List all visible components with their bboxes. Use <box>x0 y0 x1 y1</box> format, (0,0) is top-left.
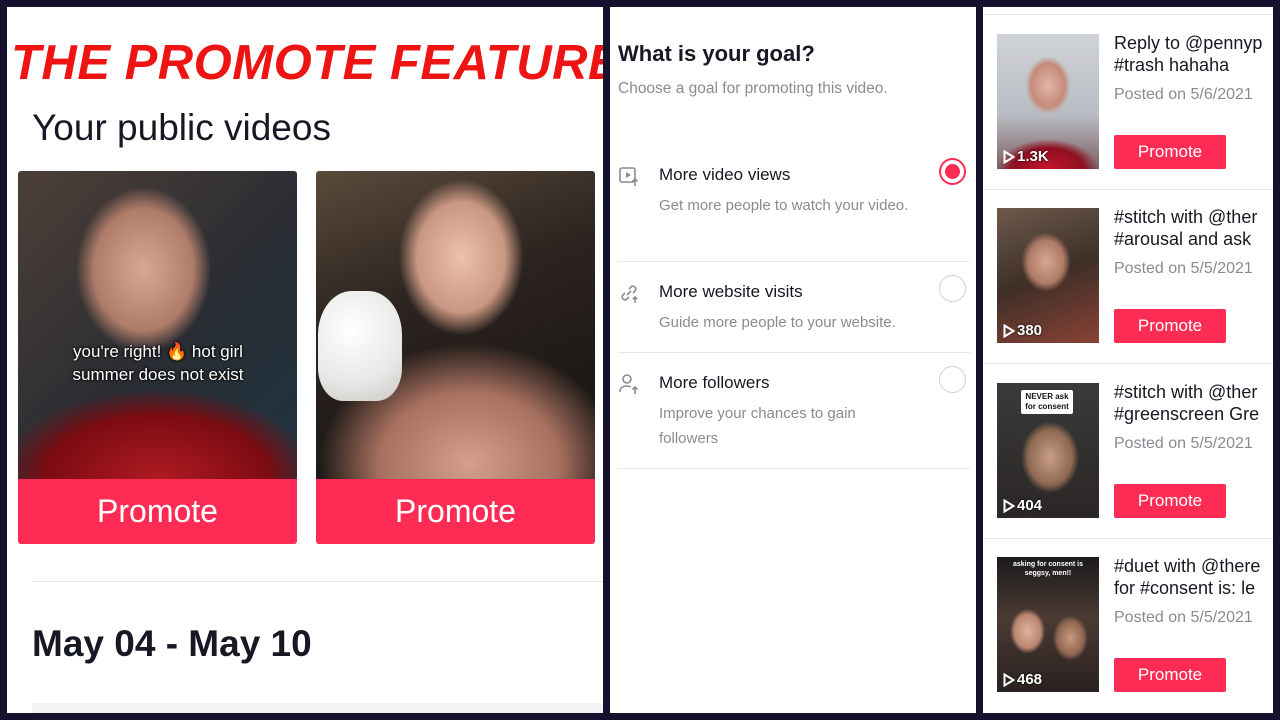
coffee-cup-image <box>318 291 402 401</box>
video-title: #stitch with @ther #arousal and ask <box>1114 207 1258 249</box>
video-thumbnail[interactable]: asking for consent is seggsy, men!! 468 <box>997 557 1099 692</box>
posted-date: Posted on 5/6/2021 <box>1114 86 1253 103</box>
radio-unselected[interactable] <box>939 275 966 302</box>
video-thumbnail[interactable] <box>316 171 595 479</box>
list-item[interactable]: 1.3K Reply to @pennyp #trash hahaha Post… <box>983 33 1273 208</box>
divider <box>985 14 1273 15</box>
view-count-value: 468 <box>1017 671 1043 688</box>
promote-button[interactable]: Promote <box>18 479 297 544</box>
option-description: Guide more people to your website. <box>659 314 896 331</box>
radio-selected[interactable] <box>939 158 966 185</box>
posted-date: Posted on 5/5/2021 <box>1114 260 1253 277</box>
divider <box>985 538 1273 539</box>
view-count: 404 <box>1003 497 1042 514</box>
divider <box>618 468 970 469</box>
view-count: 1.3K <box>1003 148 1049 165</box>
list-item[interactable]: 380 #stitch with @ther #arousal and ask … <box>983 207 1273 382</box>
goal-panel: What is your goal? Choose a goal for pro… <box>610 7 976 713</box>
date-range-heading: May 04 - May 10 <box>32 623 312 664</box>
play-icon <box>1003 498 1015 513</box>
thumbnail-caption: asking for consent is seggsy, men!! <box>1012 561 1084 577</box>
video-title: #stitch with @ther #greenscreen Gre <box>1114 382 1260 424</box>
video-thumbnail[interactable] <box>18 171 297 479</box>
play-icon <box>1003 149 1015 164</box>
list-item[interactable]: NEVER ask for consent 404 #stitch with @… <box>983 382 1273 557</box>
view-count-value: 1.3K <box>1017 148 1049 165</box>
page-title: Your public videos <box>32 107 331 148</box>
play-icon <box>1003 672 1015 687</box>
public-videos-panel: THE PROMOTE FEATURE Your public videos y… <box>7 7 603 713</box>
promote-button[interactable]: Promote <box>1114 135 1226 169</box>
video-thumbnail[interactable]: NEVER ask for consent 404 <box>997 383 1099 518</box>
video-card[interactable]: Promote <box>316 171 595 544</box>
divider <box>985 363 1273 364</box>
option-label: More video views <box>659 165 791 184</box>
goal-title: What is your goal? <box>618 41 815 66</box>
video-title: #duet with @there for #consent is: le <box>1114 556 1261 598</box>
divider <box>32 581 603 582</box>
posted-date: Posted on 5/5/2021 <box>1114 435 1253 452</box>
promote-button[interactable]: Promote <box>1114 484 1226 518</box>
option-description: Get more people to watch your video. <box>659 197 909 214</box>
divider <box>618 352 970 353</box>
radio-unselected[interactable] <box>939 366 966 393</box>
play-icon <box>1003 323 1015 338</box>
promote-button[interactable]: Promote <box>316 479 595 544</box>
video-overlay-caption: you're right! 🔥 hot girl summer does not… <box>72 342 244 384</box>
option-label: More followers <box>659 373 770 392</box>
person-up-icon <box>619 374 639 394</box>
option-description: Improve your chances to gain followers <box>659 405 856 447</box>
promote-feature-banner: THE PROMOTE FEATURE <box>11 36 603 90</box>
goal-subtitle: Choose a goal for promoting this video. <box>618 80 888 97</box>
next-section-stub <box>32 703 603 713</box>
video-thumbnail[interactable]: 380 <box>997 208 1099 343</box>
video-title: Reply to @pennyp #trash hahaha <box>1114 33 1263 75</box>
divider <box>618 261 970 262</box>
posted-date: Posted on 5/5/2021 <box>1114 609 1253 626</box>
view-count: 380 <box>1003 322 1042 339</box>
view-count-value: 380 <box>1017 322 1043 339</box>
promote-button[interactable]: Promote <box>1114 309 1226 343</box>
video-card[interactable]: you're right! 🔥 hot girl summer does not… <box>18 171 297 544</box>
video-list-panel: 1.3K Reply to @pennyp #trash hahaha Post… <box>983 7 1273 713</box>
divider <box>985 189 1273 190</box>
promote-button[interactable]: Promote <box>1114 658 1226 692</box>
video-play-up-icon <box>619 167 639 186</box>
video-thumbnail[interactable]: 1.3K <box>997 34 1099 169</box>
option-label: More website visits <box>659 282 803 301</box>
view-count-value: 404 <box>1017 497 1043 514</box>
thumbnail-caption: NEVER ask for consent <box>1021 390 1073 414</box>
link-up-icon <box>621 285 638 303</box>
list-item[interactable]: asking for consent is seggsy, men!! 468 … <box>983 556 1273 713</box>
view-count: 468 <box>1003 671 1042 688</box>
